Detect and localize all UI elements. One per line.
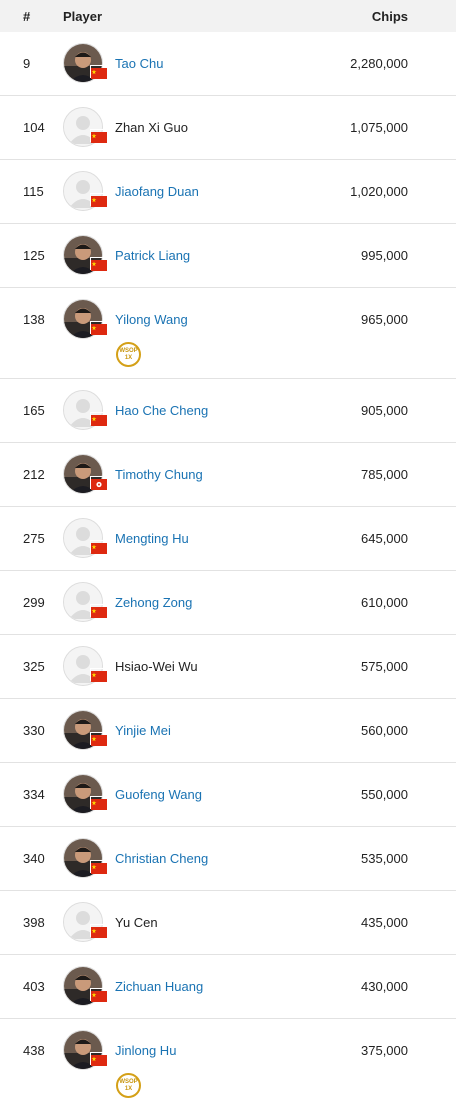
chips-value: 435,000 (361, 915, 408, 930)
chips-value: 560,000 (361, 723, 408, 738)
badge-line2: 1X (124, 355, 133, 361)
wsop-bracelet-badge-icon: WSOP 1X (116, 342, 141, 367)
rank-value: 9 (23, 56, 31, 71)
china-flag-icon (90, 540, 108, 554)
wsop-bracelet-badge-icon: WSOP 1X (116, 1073, 141, 1098)
table-row: 398 Yu Cen 435,000 (0, 891, 456, 955)
chips-value: 535,000 (361, 851, 408, 866)
rank-value: 138 (23, 312, 45, 327)
rank-column-header: # (23, 9, 31, 24)
chips-value: 965,000 (361, 312, 408, 327)
chips-value: 1,020,000 (350, 184, 408, 199)
rank-value: 299 (23, 595, 45, 610)
china-flag-icon (90, 193, 108, 207)
table-row: 299 Zehong Zong 610,000 (0, 571, 456, 635)
rank-value: 275 (23, 531, 45, 546)
rank-value: 403 (23, 979, 45, 994)
rank-value: 165 (23, 403, 45, 418)
china-flag-icon (90, 860, 108, 874)
chips-value: 430,000 (361, 979, 408, 994)
chips-value: 575,000 (361, 659, 408, 674)
player-name-link[interactable]: Jinlong Hu (115, 1043, 176, 1058)
player-column-header: Player (63, 9, 103, 24)
chips-value: 375,000 (361, 1043, 408, 1058)
player-name-link[interactable]: Patrick Liang (115, 248, 190, 263)
table-row: 403 Zichuan Huang 430,000 (0, 955, 456, 1019)
table-row: 104 Zhan Xi Guo 1,075,000 (0, 96, 456, 160)
table-row: 9 Tao Chu 2,280,000 (0, 32, 456, 96)
table-header: # Player Chips (0, 0, 456, 32)
table-row: 212 Timothy Chung 785,000 (0, 443, 456, 507)
table-row: 438 Jinlong Hu 375,000 WSOP 1X (0, 1019, 456, 1101)
chips-value: 610,000 (361, 595, 408, 610)
rank-value: 334 (23, 787, 45, 802)
player-name-link[interactable]: Hao Che Cheng (115, 403, 208, 418)
badge-line1: WSOP (119, 348, 138, 354)
china-flag-icon (90, 257, 108, 271)
player-name-link[interactable]: Mengting Hu (115, 531, 189, 546)
chips-column-header: Chips (371, 9, 408, 24)
china-flag-icon (90, 732, 108, 746)
player-name-link[interactable]: Jiaofang Duan (115, 184, 199, 199)
table-row: 334 Guofeng Wang 550,000 (0, 763, 456, 827)
china-flag-icon (90, 412, 108, 426)
player-name: Zhan Xi Guo (115, 120, 188, 135)
china-flag-icon (90, 924, 108, 938)
table-row: 115 Jiaofang Duan 1,020,000 (0, 160, 456, 224)
player-name: Yu Cen (115, 915, 158, 930)
rank-value: 438 (23, 1043, 45, 1058)
table-row: 165 Hao Che Cheng 905,000 (0, 379, 456, 443)
china-flag-icon (90, 1052, 108, 1066)
table-row: 138 Yilong Wang 965,000 WSOP 1X (0, 288, 456, 379)
player-name-link[interactable]: Christian Cheng (115, 851, 208, 866)
player-name-link[interactable]: Guofeng Wang (115, 787, 202, 802)
china-flag-icon (90, 129, 108, 143)
chips-value: 785,000 (361, 467, 408, 482)
player-name-link[interactable]: Zichuan Huang (115, 979, 203, 994)
chips-value: 645,000 (361, 531, 408, 546)
player-name: Hsiao-Wei Wu (115, 659, 198, 674)
table-row: 275 Mengting Hu 645,000 (0, 507, 456, 571)
chips-value: 905,000 (361, 403, 408, 418)
player-name-link[interactable]: Yinjie Mei (115, 723, 171, 738)
chips-value: 995,000 (361, 248, 408, 263)
rank-value: 125 (23, 248, 45, 263)
player-name-link[interactable]: Zehong Zong (115, 595, 192, 610)
table-row: 125 Patrick Liang 995,000 (0, 224, 456, 288)
table-row: 340 Christian Cheng 535,000 (0, 827, 456, 891)
china-flag-icon (90, 796, 108, 810)
china-flag-icon (90, 604, 108, 618)
rank-value: 212 (23, 467, 45, 482)
rank-value: 115 (23, 184, 44, 199)
rank-value: 330 (23, 723, 45, 738)
player-name-link[interactable]: Tao Chu (115, 56, 163, 71)
badge-line2: 1X (124, 1086, 133, 1092)
badge-line1: WSOP (119, 1079, 138, 1085)
china-flag-icon (90, 988, 108, 1002)
player-name-link[interactable]: Timothy Chung (115, 467, 203, 482)
china-flag-icon (90, 321, 108, 335)
china-flag-icon (90, 65, 108, 79)
chips-value: 2,280,000 (350, 56, 408, 71)
table-body: 9 Tao Chu 2,280,000 104 Zhan Xi Guo 1,075,000… (0, 32, 456, 1101)
rank-value: 340 (23, 851, 45, 866)
chips-value: 1,075,000 (350, 120, 408, 135)
rank-value: 398 (23, 915, 45, 930)
rank-value: 104 (23, 120, 45, 135)
hong-kong-flag-icon (90, 476, 108, 490)
chip-counts-table: # Player Chips 9 Tao Chu 2,280,000 104 Zhan … (0, 0, 456, 1101)
rank-value: 325 (23, 659, 45, 674)
china-flag-icon (90, 668, 108, 682)
table-row: 330 Yinjie Mei 560,000 (0, 699, 456, 763)
chips-value: 550,000 (361, 787, 408, 802)
player-name-link[interactable]: Yilong Wang (115, 312, 188, 327)
table-row: 325 Hsiao-Wei Wu 575,000 (0, 635, 456, 699)
